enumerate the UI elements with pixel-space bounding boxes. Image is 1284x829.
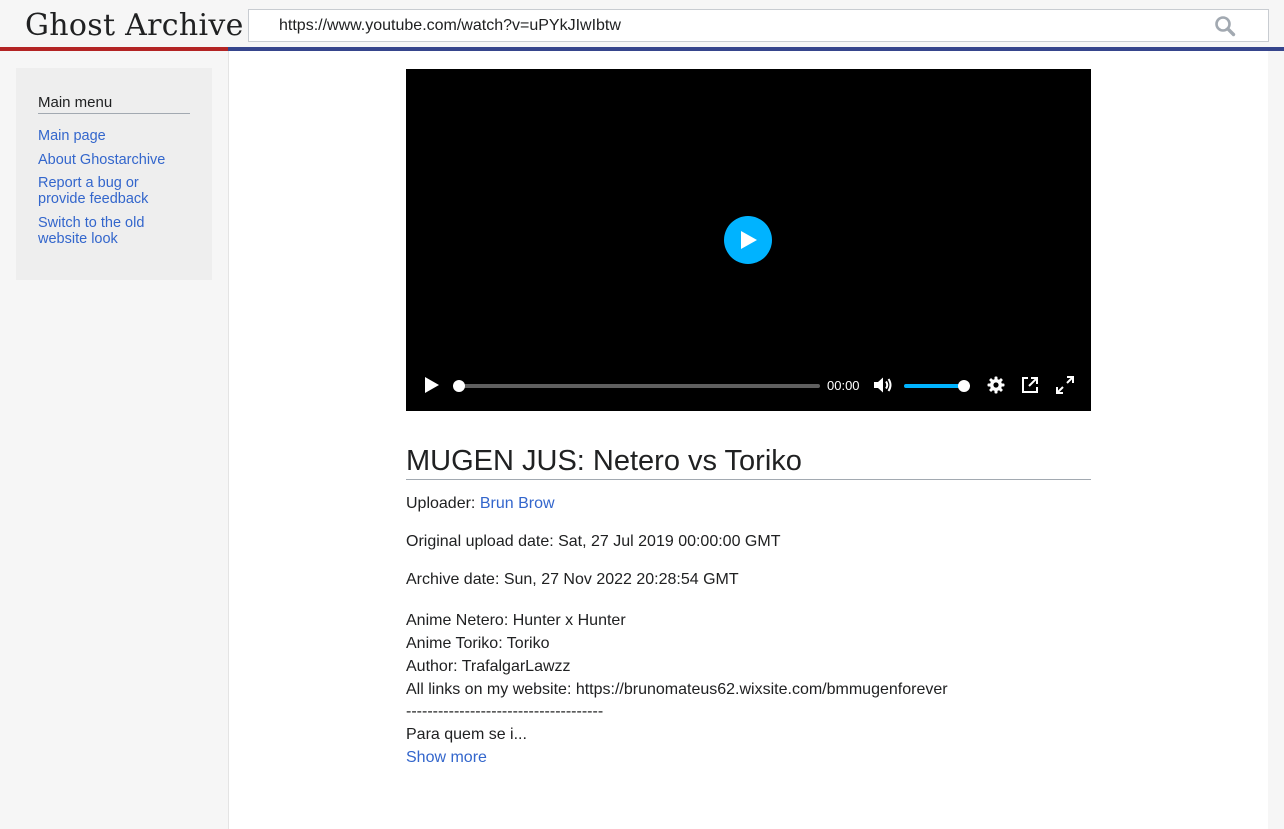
settings-button[interactable] <box>987 376 1005 399</box>
volume-icon <box>874 377 892 393</box>
header: Ghost Archive <box>0 0 1284 52</box>
description-line: Para quem se i... <box>406 726 527 743</box>
settings-icon <box>987 376 1005 394</box>
upload-date: Original upload date: Sat, 27 Jul 2019 0… <box>406 533 781 550</box>
play-icon <box>425 377 439 393</box>
description-line: All links on my website: https://brunoma… <box>406 681 948 698</box>
uploader-label: Uploader: <box>406 495 476 512</box>
description-line: ------------------------------------- <box>406 703 604 720</box>
archive-date: Archive date: Sun, 27 Nov 2022 20:28:54 … <box>406 571 739 588</box>
seek-handle[interactable] <box>453 380 465 392</box>
mute-button[interactable] <box>873 376 893 399</box>
uploader-link[interactable]: Brun Brow <box>480 495 555 512</box>
video-title: MUGEN JUS: Netero vs Toriko <box>406 444 1091 480</box>
big-play-button[interactable] <box>724 216 772 264</box>
sidebar-menu: Main page About Ghostarchive Report a bu… <box>38 128 190 254</box>
pip-button[interactable] <box>1021 376 1039 399</box>
picture-in-picture-icon <box>1022 377 1038 393</box>
fullscreen-icon <box>1056 376 1074 394</box>
sidebar: Main menu Main page About Ghostarchive R… <box>16 68 212 280</box>
video-description: Anime Netero: Hunter x Hunter Anime Tori… <box>406 609 1091 769</box>
sidebar-item-main-page[interactable]: Main page <box>38 128 106 144</box>
description-line: Anime Toriko: Toriko <box>406 635 550 652</box>
logo-stripe <box>0 47 228 51</box>
volume-handle[interactable] <box>958 380 970 392</box>
fullscreen-button[interactable] <box>1056 376 1074 399</box>
description-line: Author: TrafalgarLawzz <box>406 658 571 675</box>
video-player[interactable]: 00:00 <box>406 69 1091 411</box>
volume-slider[interactable] <box>904 380 970 392</box>
sidebar-item-report-bug[interactable]: Report a bug or provide feedback <box>38 175 148 207</box>
seek-bar[interactable] <box>453 380 820 392</box>
search-box <box>248 9 1269 42</box>
search-input[interactable] <box>279 10 1199 41</box>
play-button[interactable] <box>424 376 440 399</box>
description-line: Anime Netero: Hunter x Hunter <box>406 612 626 629</box>
site-logo[interactable]: Ghost Archive <box>25 8 244 43</box>
sidebar-item-about[interactable]: About Ghostarchive <box>38 152 165 168</box>
time-display: 00:00 <box>827 378 860 393</box>
search-icon[interactable] <box>1214 15 1238 37</box>
uploader-line: Uploader: Brun Brow <box>406 495 555 513</box>
sidebar-heading: Main menu <box>38 94 190 114</box>
sidebar-item-old-look[interactable]: Switch to the old website look <box>38 215 144 247</box>
show-more-link[interactable]: Show more <box>406 746 1091 769</box>
play-icon <box>741 231 757 249</box>
